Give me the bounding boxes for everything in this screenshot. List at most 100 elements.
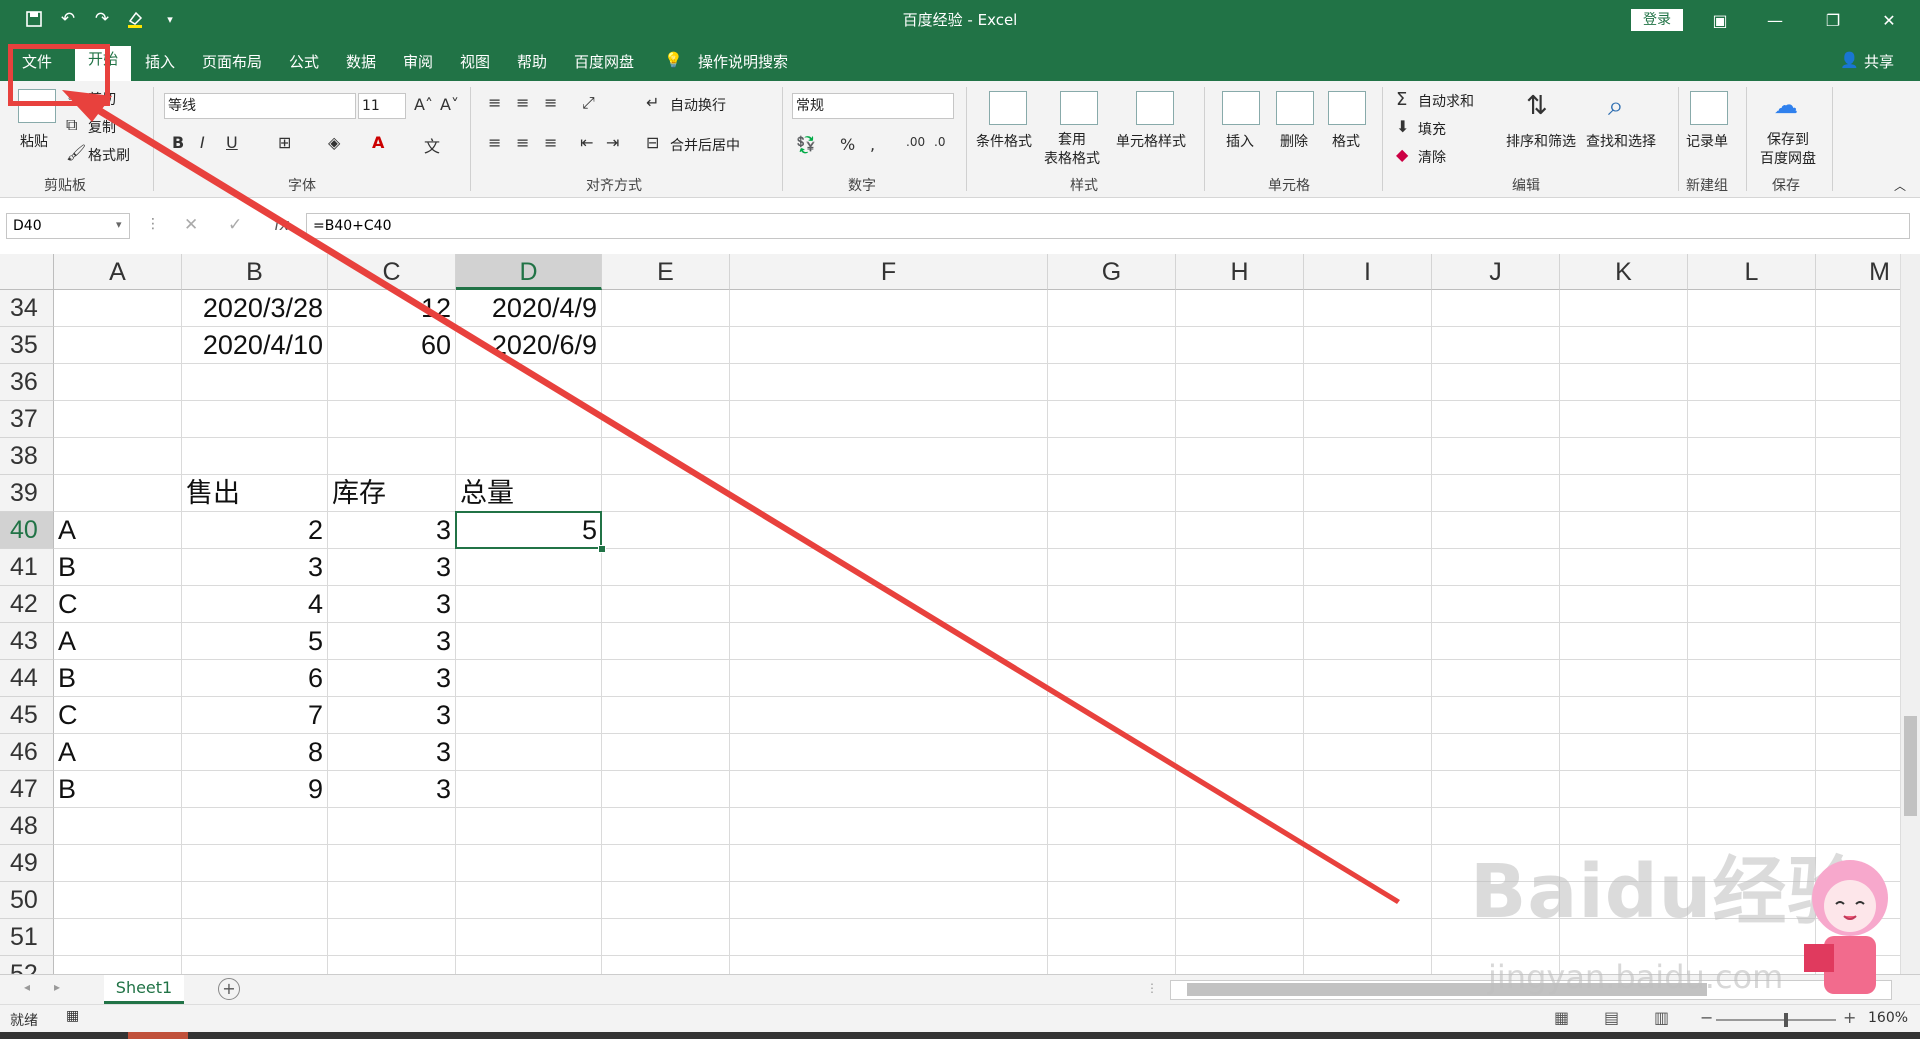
cell-h36[interactable]	[1176, 364, 1304, 401]
align-center-icon[interactable]: ≡	[516, 133, 529, 152]
cell-j45[interactable]	[1432, 697, 1560, 734]
format-as-table-button[interactable]: 套用 表格格式	[1044, 131, 1100, 169]
cell-c40[interactable]: 3	[328, 512, 456, 549]
cell-g44[interactable]	[1048, 660, 1176, 697]
cell-b50[interactable]	[182, 882, 328, 919]
cell-a42[interactable]: C	[54, 586, 182, 623]
cell-g40[interactable]	[1048, 512, 1176, 549]
cell-d50[interactable]	[456, 882, 602, 919]
cell-l42[interactable]	[1688, 586, 1816, 623]
cell-j43[interactable]	[1432, 623, 1560, 660]
cell-e51[interactable]	[602, 919, 730, 956]
conditional-format-icon[interactable]	[989, 91, 1027, 125]
align-top-icon[interactable]: ≡	[488, 93, 501, 112]
sort-filter-button[interactable]: 排序和筛选	[1506, 131, 1576, 151]
cell-i48[interactable]	[1304, 808, 1432, 845]
phonetic-icon[interactable]: 文	[424, 133, 440, 157]
column-header-m[interactable]: M	[1816, 254, 1900, 290]
cell-k36[interactable]	[1560, 364, 1688, 401]
percent-icon[interactable]: %	[840, 135, 855, 154]
decrease-font-icon[interactable]: A˅	[440, 95, 459, 114]
cell-styles-button[interactable]: 单元格样式	[1116, 131, 1186, 151]
cell-i43[interactable]	[1304, 623, 1432, 660]
cell-m36[interactable]	[1816, 364, 1900, 401]
tab-data[interactable]: 数据	[346, 51, 376, 72]
column-header-c[interactable]: C	[328, 254, 456, 290]
cell-c38[interactable]	[328, 438, 456, 475]
cell-l40[interactable]	[1688, 512, 1816, 549]
cell-e49[interactable]	[602, 845, 730, 882]
cell-i51[interactable]	[1304, 919, 1432, 956]
cell-e39[interactable]	[602, 475, 730, 512]
enter-icon[interactable]: ✓	[228, 215, 242, 235]
decrease-decimal-icon[interactable]: .0	[934, 135, 945, 149]
cell-b36[interactable]	[182, 364, 328, 401]
cell-f42[interactable]	[730, 586, 1048, 623]
align-bottom-icon[interactable]: ≡	[544, 93, 557, 112]
cell-c47[interactable]: 3	[328, 771, 456, 808]
cell-b48[interactable]	[182, 808, 328, 845]
cell-c43[interactable]: 3	[328, 623, 456, 660]
cell-c46[interactable]: 3	[328, 734, 456, 771]
row-header[interactable]: 51	[0, 919, 54, 956]
cell-g45[interactable]	[1048, 697, 1176, 734]
cell-e42[interactable]	[602, 586, 730, 623]
column-header-i[interactable]: I	[1304, 254, 1432, 290]
cell-h45[interactable]	[1176, 697, 1304, 734]
row-header[interactable]: 38	[0, 438, 54, 475]
ribbon-display-icon[interactable]: ▣	[1697, 6, 1743, 34]
align-left-icon[interactable]: ≡	[488, 133, 501, 152]
cell-b38[interactable]	[182, 438, 328, 475]
cell-g39[interactable]	[1048, 475, 1176, 512]
cell-i38[interactable]	[1304, 438, 1432, 475]
find-select-icon[interactable]: ⌕	[1608, 89, 1624, 123]
insert-cells-button[interactable]: 插入	[1226, 131, 1254, 151]
cell-i52[interactable]	[1304, 956, 1432, 974]
cell-a36[interactable]	[54, 364, 182, 401]
cell-c41[interactable]: 3	[328, 549, 456, 586]
cell-h39[interactable]	[1176, 475, 1304, 512]
decrease-indent-icon[interactable]: ⇤	[580, 133, 593, 152]
cell-d44[interactable]	[456, 660, 602, 697]
cell-j40[interactable]	[1432, 512, 1560, 549]
cell-d52[interactable]	[456, 956, 602, 974]
column-header-f[interactable]: F	[730, 254, 1048, 290]
cell-d38[interactable]	[456, 438, 602, 475]
cell-i46[interactable]	[1304, 734, 1432, 771]
next-sheet-icon[interactable]: ▸	[54, 980, 60, 994]
cell-b46[interactable]: 8	[182, 734, 328, 771]
cell-k40[interactable]	[1560, 512, 1688, 549]
cell-j37[interactable]	[1432, 401, 1560, 438]
cell-c50[interactable]	[328, 882, 456, 919]
cell-h50[interactable]	[1176, 882, 1304, 919]
delete-cells-button[interactable]: 删除	[1280, 131, 1308, 151]
tab-insert[interactable]: 插入	[145, 51, 175, 72]
autosum-icon[interactable]: Σ	[1396, 89, 1407, 110]
align-middle-icon[interactable]: ≡	[516, 93, 529, 112]
cell-m34[interactable]	[1816, 290, 1900, 327]
cell-h48[interactable]	[1176, 808, 1304, 845]
delete-cells-icon[interactable]	[1276, 91, 1314, 125]
cell-g47[interactable]	[1048, 771, 1176, 808]
cell-h46[interactable]	[1176, 734, 1304, 771]
conditional-format-button[interactable]: 条件格式	[976, 131, 1032, 151]
cell-g35[interactable]	[1048, 327, 1176, 364]
minimize-icon[interactable]: —	[1752, 6, 1798, 34]
select-all-corner[interactable]	[0, 254, 54, 290]
cell-l34[interactable]	[1688, 290, 1816, 327]
cell-g46[interactable]	[1048, 734, 1176, 771]
cell-e35[interactable]	[602, 327, 730, 364]
cell-e34[interactable]	[602, 290, 730, 327]
fill-button[interactable]: 填充	[1418, 119, 1446, 139]
cell-b52[interactable]	[182, 956, 328, 974]
cell-j35[interactable]	[1432, 327, 1560, 364]
wrap-text-icon[interactable]: ↵	[646, 93, 659, 112]
baidu-netdisk-icon[interactable]: ☁	[1774, 91, 1798, 119]
tab-baidu-netdisk[interactable]: 百度网盘	[574, 51, 634, 72]
cell-c52[interactable]	[328, 956, 456, 974]
fill-color-icon[interactable]: ◈	[328, 133, 340, 152]
prev-sheet-icon[interactable]: ◂	[24, 980, 30, 994]
cell-l46[interactable]	[1688, 734, 1816, 771]
cell-e38[interactable]	[602, 438, 730, 475]
cell-j47[interactable]	[1432, 771, 1560, 808]
